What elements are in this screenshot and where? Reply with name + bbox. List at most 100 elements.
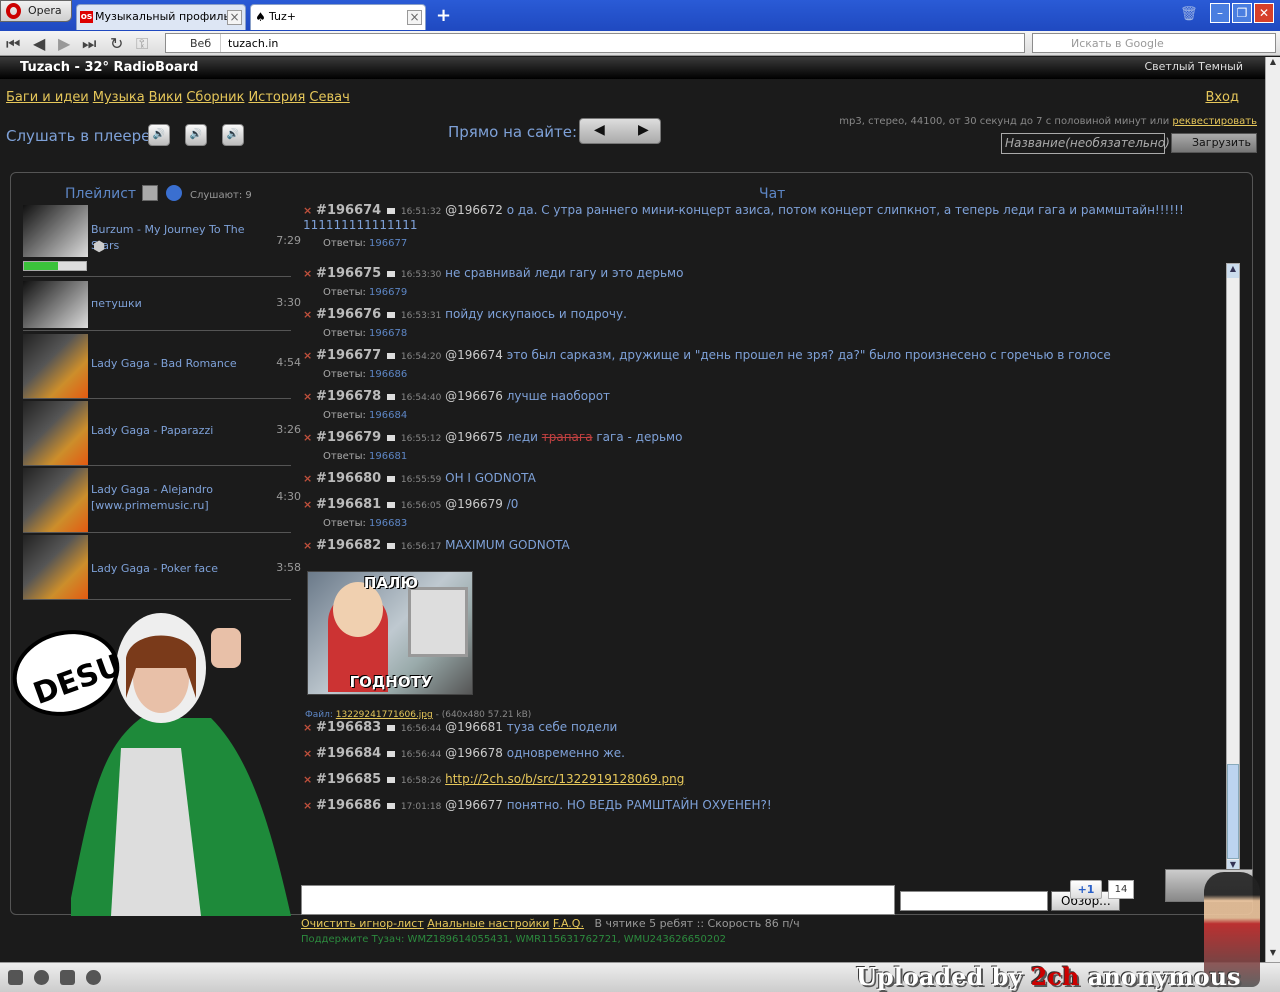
message-number[interactable]: #196678 bbox=[316, 389, 381, 404]
player-wmp-button[interactable]: 🔊 bbox=[185, 124, 207, 146]
ignore-icon[interactable]: × bbox=[303, 267, 316, 280]
ignore-icon[interactable]: × bbox=[303, 308, 316, 321]
track-name-input[interactable]: Название(необязательно) bbox=[1001, 133, 1170, 154]
menu-item-music[interactable]: Музыка bbox=[93, 90, 145, 105]
message-number[interactable]: #196675 bbox=[316, 266, 381, 281]
player-winamp-button[interactable]: 🔊 bbox=[148, 124, 170, 146]
volume-icon[interactable]: ◀ bbox=[594, 122, 605, 138]
reply-icon[interactable] bbox=[387, 271, 396, 277]
message-reference[interactable]: @196674 bbox=[445, 348, 503, 362]
scroll-down-icon[interactable]: ▼ bbox=[1266, 948, 1280, 962]
back-icon[interactable]: ◀ bbox=[33, 34, 45, 53]
list-item[interactable]: Lady Gaga - Bad Romance 4:54 bbox=[23, 332, 301, 399]
search-input[interactable]: Искать в Google bbox=[1032, 33, 1276, 53]
faq-link[interactable]: F.A.Q. bbox=[553, 917, 584, 930]
new-tab-button[interactable]: + bbox=[436, 5, 451, 26]
tab-tuz[interactable]: ♠ Tuz+ × bbox=[250, 4, 426, 30]
message-reference[interactable]: @196677 bbox=[445, 798, 503, 812]
answer-link[interactable]: 196681 bbox=[369, 451, 407, 462]
message-number[interactable]: #196683 bbox=[316, 720, 381, 735]
ignore-icon[interactable]: × bbox=[303, 799, 316, 812]
cloud-icon[interactable] bbox=[34, 970, 49, 985]
key-icon[interactable]: ⚿ bbox=[136, 34, 148, 54]
message-reference[interactable]: @196678 bbox=[445, 746, 503, 760]
file-input[interactable] bbox=[900, 891, 1048, 911]
web-dropdown[interactable]: Веб bbox=[166, 34, 221, 52]
playlist-toggle-icon[interactable] bbox=[142, 185, 158, 201]
clear-ignore-link[interactable]: Очистить игнор-лист bbox=[301, 917, 424, 930]
list-item[interactable]: Lady Gaga - Poker face 3:58 bbox=[23, 533, 301, 600]
ignore-icon[interactable]: × bbox=[303, 390, 316, 403]
reply-icon[interactable] bbox=[387, 476, 396, 482]
page-scrollbar[interactable]: ▲ ▼ bbox=[1265, 57, 1280, 962]
google-plus-one-button[interactable]: +1 bbox=[1070, 880, 1102, 899]
ignore-icon[interactable]: × bbox=[303, 747, 316, 760]
message-number[interactable]: #196682 bbox=[316, 538, 381, 553]
tab-close-icon[interactable]: × bbox=[407, 10, 422, 25]
menu-item-collection[interactable]: Сборник bbox=[186, 90, 244, 105]
file-link[interactable]: 13229241771606.jpg bbox=[336, 710, 433, 720]
message-reference[interactable]: @196672 bbox=[445, 203, 503, 217]
answer-link[interactable]: 196686 bbox=[369, 369, 407, 380]
ignore-icon[interactable]: × bbox=[303, 472, 316, 485]
panel-toggle-icon[interactable] bbox=[8, 970, 23, 985]
request-link[interactable]: реквестировать bbox=[1172, 116, 1257, 127]
url-text[interactable]: tuzach.in bbox=[228, 37, 278, 50]
list-item[interactable]: Lady Gaga - Paparazzi 3:26 bbox=[23, 399, 301, 466]
message-number[interactable]: #196681 bbox=[316, 497, 381, 512]
reply-icon[interactable] bbox=[387, 543, 396, 549]
ignore-icon[interactable]: × bbox=[303, 349, 316, 362]
message-reference[interactable]: @196681 bbox=[445, 720, 503, 734]
answer-link[interactable]: 196677 bbox=[369, 238, 407, 249]
maximize-button[interactable]: ❐ bbox=[1232, 3, 1252, 23]
reply-icon[interactable] bbox=[387, 777, 396, 783]
forward-icon[interactable]: ▶ bbox=[58, 34, 70, 53]
list-item[interactable]: петушки 3:30 bbox=[23, 278, 301, 331]
reply-icon[interactable] bbox=[387, 725, 396, 731]
share-icon[interactable] bbox=[60, 970, 75, 985]
message-number[interactable]: #196685 bbox=[316, 772, 381, 787]
play-icon[interactable]: ▶ bbox=[638, 122, 649, 138]
scroll-thumb[interactable] bbox=[1227, 764, 1239, 859]
login-link[interactable]: Вход bbox=[1205, 90, 1239, 105]
ignore-icon[interactable]: × bbox=[303, 431, 316, 444]
scroll-up-icon[interactable]: ▲ bbox=[1227, 264, 1239, 278]
attached-image[interactable]: ПАЛЮ ГОДНОТУ bbox=[307, 571, 473, 695]
message-number[interactable]: #196679 bbox=[316, 430, 381, 445]
answer-link[interactable]: 196683 bbox=[369, 518, 407, 529]
ignore-icon[interactable]: × bbox=[303, 773, 316, 786]
answer-link[interactable]: 196678 bbox=[369, 328, 407, 339]
tab-close-icon[interactable]: × bbox=[227, 10, 242, 25]
fast-forward-icon[interactable]: ⏭ bbox=[82, 34, 96, 54]
message-number[interactable]: #196680 bbox=[316, 471, 381, 486]
ignore-icon[interactable]: × bbox=[303, 721, 316, 734]
list-item[interactable]: Burzum - My Journey To The Stars 7:29 ⬢ bbox=[23, 205, 301, 277]
trash-icon[interactable]: 🗑 bbox=[1180, 6, 1198, 22]
answer-link[interactable]: 196684 bbox=[369, 410, 407, 421]
answer-link[interactable]: 196679 bbox=[369, 287, 407, 298]
reply-icon[interactable] bbox=[387, 312, 396, 318]
rewind-icon[interactable]: ⏮ bbox=[6, 34, 20, 54]
message-number[interactable]: #196684 bbox=[316, 746, 381, 761]
theme-switcher[interactable]: Светлый Темный bbox=[1144, 60, 1243, 73]
menu-item-bugs[interactable]: Баги и идеи bbox=[6, 90, 89, 105]
chat-scrollbar[interactable]: ▲ ▼ bbox=[1226, 263, 1240, 875]
message-number[interactable]: #196674 bbox=[316, 203, 381, 218]
reply-icon[interactable] bbox=[387, 502, 396, 508]
reply-icon[interactable] bbox=[387, 435, 396, 441]
ignore-icon[interactable]: × bbox=[303, 498, 316, 511]
opera-menu-button[interactable]: Opera bbox=[0, 0, 72, 22]
message-reference[interactable]: @196679 bbox=[445, 497, 503, 511]
reply-icon[interactable] bbox=[387, 751, 396, 757]
ignore-icon[interactable]: × bbox=[303, 204, 316, 217]
message-link[interactable]: http://2ch.so/b/src/1322919128069.png bbox=[445, 772, 684, 786]
message-reference[interactable]: @196675 bbox=[445, 430, 503, 444]
chat-message-input[interactable] bbox=[301, 885, 895, 915]
message-number[interactable]: #196677 bbox=[316, 348, 381, 363]
message-number[interactable]: #196676 bbox=[316, 307, 381, 322]
scroll-up-icon[interactable]: ▲ bbox=[1266, 57, 1280, 71]
menu-item-history[interactable]: История bbox=[248, 90, 305, 105]
reload-icon[interactable]: ↻ bbox=[110, 34, 123, 53]
close-window-button[interactable]: ✕ bbox=[1254, 3, 1274, 23]
menu-item-wiki[interactable]: Вики bbox=[149, 90, 183, 105]
